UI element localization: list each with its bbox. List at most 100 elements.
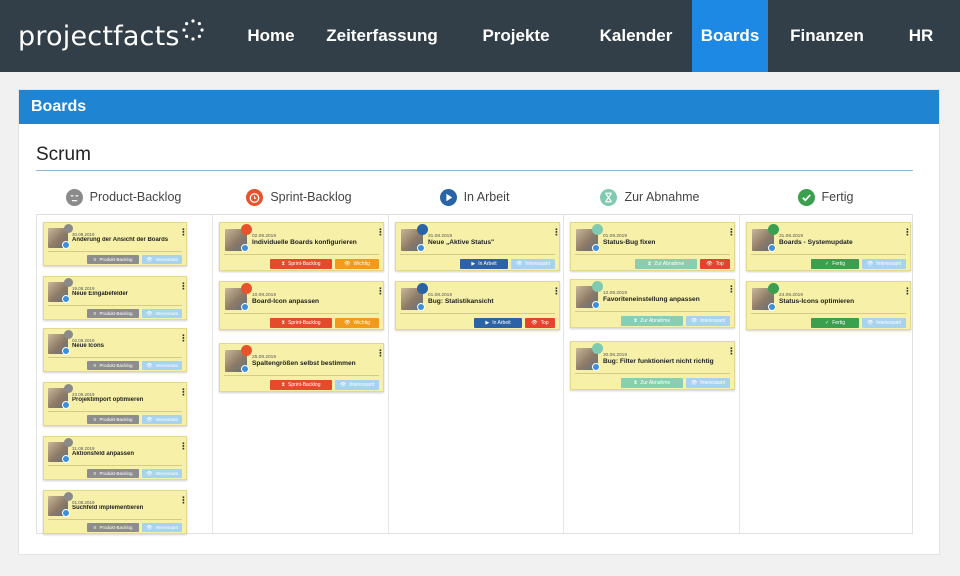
tag-interessant[interactable]: 👁 Interessant xyxy=(686,378,730,388)
more-options-icon[interactable]: ⋮ xyxy=(903,287,912,297)
more-options-icon[interactable]: ⋮ xyxy=(179,388,188,398)
tag-icon: 👁 xyxy=(344,320,351,326)
more-options-icon[interactable]: ⋮ xyxy=(179,228,188,238)
tag-label: Produkt-Backlog xyxy=(99,363,133,368)
task-card[interactable]: 25.09.2019 Spaltengrößen selbst bestimmen… xyxy=(219,343,385,392)
tag-sprint-backlog[interactable]: ⧗ Sprint-Backlog xyxy=(270,380,332,390)
nav-item-zeiterfassung[interactable]: Zeiterfassung xyxy=(312,0,452,72)
card-tags: ⧗ Zur Abnahme 👁 Interessant xyxy=(621,316,730,326)
tag-produkt-backlog[interactable]: ≡ Produkt-Backlog xyxy=(87,523,139,532)
task-card[interactable]: 02.09.2019 Individuelle Boards konfigurie… xyxy=(219,222,385,271)
tag-interessant[interactable]: 👁 Interessant xyxy=(335,380,379,390)
task-card[interactable]: 01.08.2019 Suchfeld implementieren ⋮ ≡ Produ… xyxy=(43,490,188,534)
card-tags: ⧗ Zur Abnahme 👁 Top xyxy=(635,259,730,269)
more-options-icon[interactable]: ⋮ xyxy=(179,442,188,452)
more-options-icon[interactable]: ⋮ xyxy=(179,496,188,506)
nav-item-finanzen[interactable]: Finanzen xyxy=(768,0,886,72)
task-card[interactable]: 30.08.2019 Bug: Filter funktioniert nicht… xyxy=(570,341,736,390)
more-options-icon[interactable]: ⋮ xyxy=(179,282,188,292)
tag-zur-abnahme[interactable]: ⧗ Zur Abnahme xyxy=(621,378,683,388)
task-card[interactable]: 30.09.2019 Änderung der Ansicht der Board… xyxy=(43,222,188,266)
tag-zur-abnahme[interactable]: ⧗ Zur Abnahme xyxy=(621,316,683,326)
tag-top[interactable]: 👁 Top xyxy=(525,318,555,328)
task-card[interactable]: 12.09.2019 Favoriteneinstellung anpassen ⋮… xyxy=(570,279,736,328)
more-options-icon[interactable]: ⋮ xyxy=(727,228,736,238)
tag-icon: 👁 xyxy=(706,261,713,267)
tag-icon: ≡ xyxy=(93,416,97,423)
nav-item-boards[interactable]: Boards xyxy=(692,0,768,72)
tag-icon: 👁 xyxy=(146,362,153,369)
more-options-icon[interactable]: ⋮ xyxy=(552,287,561,297)
nav-item-home[interactable]: Home xyxy=(230,0,312,72)
tag-interessant[interactable]: 👁 Interessant xyxy=(142,361,182,370)
tag-produkt-backlog[interactable]: ≡ Produkt-Backlog xyxy=(87,469,139,478)
tag-wichtig[interactable]: 👁 Wichtig xyxy=(335,259,379,269)
column-title: Sprint-Backlog xyxy=(270,190,352,204)
nav-item-projekte[interactable]: Projekte xyxy=(452,0,580,72)
task-card[interactable]: 23.09.2019 Projektimport optimieren ⋮ ≡ Prod… xyxy=(43,382,188,426)
card-title: Boards - Systemupdate xyxy=(779,239,853,246)
tag-label: Produkt-Backlog xyxy=(99,417,133,422)
tag-in-arbeit[interactable]: ▶ In Arbeit xyxy=(460,259,508,269)
tag-produkt-backlog[interactable]: ≡ Produkt-Backlog xyxy=(87,361,139,370)
tag-interessant[interactable]: 👁 Interessant xyxy=(142,469,182,478)
check-icon xyxy=(768,224,779,235)
task-card[interactable]: 31.08.2019 Neue „Aktive Status" ⋮ ▶ In Arbei… xyxy=(395,222,561,271)
tag-wichtig[interactable]: 👁 Wichtig xyxy=(335,318,379,328)
tag-interessant[interactable]: 👁 Interessant xyxy=(142,309,182,318)
more-options-icon[interactable]: ⋮ xyxy=(376,349,385,359)
task-card[interactable]: 01.08.2019 Bug: Statistikansicht ⋮ ▶ In Arbe… xyxy=(395,281,561,330)
projectfacts-logo[interactable]: projectfacts xyxy=(18,16,204,56)
column-title: Zur Abnahme xyxy=(624,190,700,204)
tag-top[interactable]: 👁 Top xyxy=(700,259,730,269)
tag-produkt-backlog[interactable]: ≡ Produkt-Backlog xyxy=(87,415,139,424)
tag-interessant[interactable]: 👁 Interessant xyxy=(862,259,906,269)
task-card[interactable]: 24.09.2019 Status-Icons optimieren ⋮ ✓ Ferti… xyxy=(746,281,912,330)
tag-produkt-backlog[interactable]: ≡ Produkt-Backlog xyxy=(87,309,139,318)
card-tags: ≡ Produkt-Backlog 👁 Interessant xyxy=(87,469,182,478)
task-card[interactable]: 10.09.2019 Board-Icon anpassen ⋮ ⧗ Sprint-Ba… xyxy=(219,281,385,330)
tag-zur-abnahme[interactable]: ⧗ Zur Abnahme xyxy=(635,259,697,269)
tag-sprint-backlog[interactable]: ⧗ Sprint-Backlog xyxy=(270,318,332,328)
more-options-icon[interactable]: ⋮ xyxy=(727,347,736,357)
nav-item-hr[interactable]: HR xyxy=(886,0,956,72)
tag-icon: 👁 xyxy=(690,318,698,324)
more-options-icon[interactable]: ⋮ xyxy=(376,287,385,297)
sleep-face-icon xyxy=(65,188,83,206)
card-title: Neue Icons xyxy=(72,343,105,349)
tag-produkt-backlog[interactable]: ≡ Produkt-Backlog xyxy=(87,255,139,264)
tag-interessant[interactable]: 👁 Interessant xyxy=(142,255,182,264)
tag-interessant[interactable]: 👁 Interessant xyxy=(142,415,182,424)
nav-item-kalender[interactable]: Kalender xyxy=(580,0,692,72)
logo-text: projectfacts xyxy=(18,20,180,52)
tag-label: Interessant xyxy=(700,318,726,324)
card-divider xyxy=(751,254,906,255)
more-options-icon[interactable]: ⋮ xyxy=(903,228,912,238)
card-tags: ✓ Fertig 👁 Interessant xyxy=(811,259,906,269)
card-tags: ≡ Produkt-Backlog 👁 Interessant xyxy=(87,415,182,424)
tag-interessant[interactable]: 👁 Interessant xyxy=(686,316,730,326)
task-card[interactable]: 31.08.2019 Aktionsfeld anpassen ⋮ ≡ Produkt-… xyxy=(43,436,188,480)
tag-icon: 👁 xyxy=(146,524,153,531)
tag-fertig[interactable]: ✓ Fertig xyxy=(811,318,859,328)
card-title: Favoriteneinstellung anpassen xyxy=(603,296,700,303)
more-options-icon[interactable]: ⋮ xyxy=(727,285,736,295)
card-title: Aktionsfeld anpassen xyxy=(72,451,135,457)
tag-in-arbeit[interactable]: ▶ In Arbeit xyxy=(474,318,522,328)
tag-interessant[interactable]: 👁 Interessant xyxy=(142,523,182,532)
more-options-icon[interactable]: ⋮ xyxy=(552,228,561,238)
more-options-icon[interactable]: ⋮ xyxy=(376,228,385,238)
card-title: Neue „Aktive Status" xyxy=(428,239,495,246)
task-card[interactable]: 31.08.2019 Boards - Systemupdate ⋮ ✓ Fertig 👁… xyxy=(746,222,912,271)
tag-label: Produkt-Backlog xyxy=(99,257,133,262)
tag-icon: 👁 xyxy=(690,380,698,386)
task-card[interactable]: 01.09.2019 Status-Bug fixen ⋮ ⧗ Zur Abnahme 👁… xyxy=(570,222,736,271)
task-card[interactable]: 19.08.2019 Neue Eingabefelder ⋮ ≡ Produkt-Ba… xyxy=(43,276,188,320)
card-divider xyxy=(48,357,182,358)
tag-sprint-backlog[interactable]: ⧗ Sprint-Backlog xyxy=(270,259,332,269)
tag-interessant[interactable]: 👁 Interessant xyxy=(511,259,555,269)
more-options-icon[interactable]: ⋮ xyxy=(179,334,188,344)
task-card[interactable]: 02.09.2019 Neue Icons ⋮ ≡ Produkt-Backlog 👁 In… xyxy=(43,328,188,372)
tag-fertig[interactable]: ✓ Fertig xyxy=(811,259,859,269)
tag-interessant[interactable]: 👁 Interessant xyxy=(862,318,906,328)
